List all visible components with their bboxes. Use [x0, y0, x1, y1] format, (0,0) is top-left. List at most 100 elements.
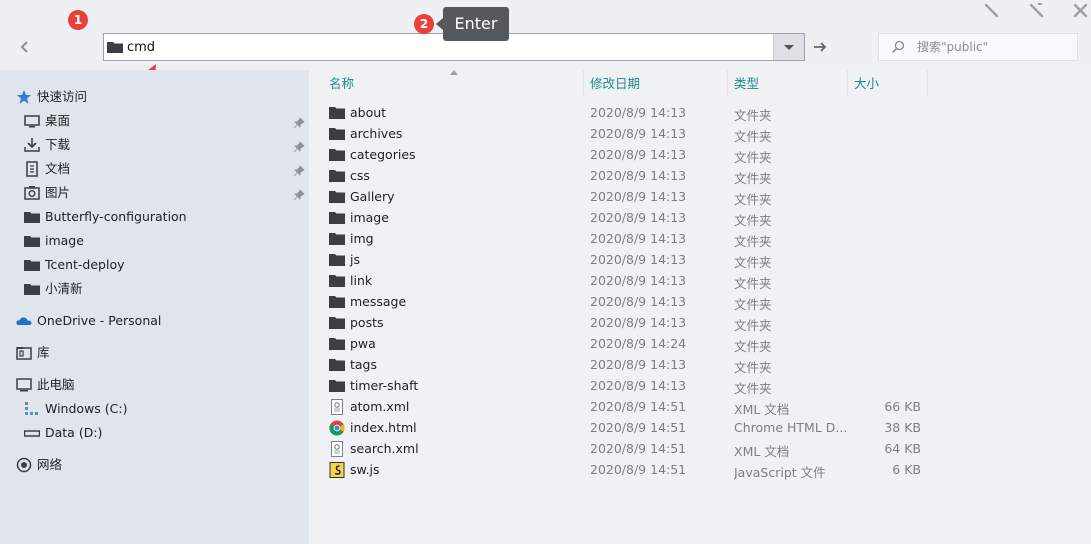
column-header-label: 修改日期 [590, 76, 641, 91]
sidebar-item-label: Butterfly-configuration [45, 209, 187, 224]
folder-icon [24, 236, 40, 247]
file-row[interactable]: archives 2020/8/9 14:13 文件夹 [329, 124, 1089, 145]
drive-icon [24, 430, 40, 437]
sidebar-item-label: 库 [37, 345, 50, 360]
file-type: 文件夹 [734, 150, 772, 165]
file-date: 2020/8/9 14:13 [590, 294, 687, 309]
pin-icon[interactable] [293, 165, 305, 177]
file-name: categories [350, 147, 416, 162]
folder-icon [329, 359, 345, 371]
file-type: 文件夹 [734, 192, 772, 207]
file-type: 文件夹 [734, 108, 772, 123]
pin-icon[interactable] [293, 141, 305, 153]
folder-icon [329, 275, 345, 287]
folder-icon [329, 254, 345, 266]
back-arrow-icon[interactable] [16, 38, 34, 56]
search-input[interactable] [917, 39, 1067, 55]
step-badge-1: 1 [68, 10, 88, 30]
file-name: search.xml [350, 441, 419, 456]
navigation-pane: 快速访问 桌面 下载 文档 图片 Butterfly-configuration… [0, 70, 309, 544]
chevron-down-icon [784, 45, 794, 50]
file-size: 66 KB [884, 399, 921, 414]
folder-icon [329, 107, 345, 119]
file-row[interactable]: img 2020/8/9 14:13 文件夹 [329, 229, 1089, 250]
folder-icon [329, 317, 345, 329]
file-row[interactable]: search.xml 2020/8/9 14:51 XML 文档 64 KB [329, 439, 1089, 460]
address-dropdown-button[interactable] [773, 34, 804, 60]
sidebar-item-label: 下载 [45, 137, 71, 152]
file-date: 2020/8/9 14:13 [590, 252, 687, 267]
sidebar-item-label: Windows (C:) [45, 401, 128, 416]
folder-icon [329, 128, 345, 140]
folder-icon [329, 170, 345, 182]
folder-icon [107, 42, 123, 53]
column-header-name[interactable]: 名称 [329, 70, 584, 97]
computer-icon [16, 378, 32, 392]
file-date: 2020/8/9 14:24 [590, 336, 687, 351]
file-row[interactable]: about 2020/8/9 14:13 文件夹 [329, 103, 1089, 124]
folder-icon [329, 338, 345, 350]
search-box[interactable] [878, 33, 1078, 61]
file-date: 2020/8/9 14:13 [590, 168, 687, 183]
file-row[interactable]: posts 2020/8/9 14:13 文件夹 [329, 313, 1089, 334]
minimize-icon[interactable] [983, 2, 1001, 20]
file-row[interactable]: tags 2020/8/9 14:13 文件夹 [329, 355, 1089, 376]
sidebar-item-label: Tcent-deploy [45, 257, 125, 272]
column-header-date[interactable]: 修改日期 [590, 70, 728, 97]
file-date: 2020/8/9 14:13 [590, 357, 687, 372]
file-row[interactable]: css 2020/8/9 14:13 文件夹 [329, 166, 1089, 187]
file-name: about [350, 105, 387, 120]
column-header-label: 名称 [329, 76, 355, 91]
chrome-html-icon [329, 420, 345, 436]
file-type: 文件夹 [734, 360, 772, 375]
sidebar-item-label: 小清新 [45, 281, 83, 296]
file-row[interactable]: Gallery 2020/8/9 14:13 文件夹 [329, 187, 1089, 208]
file-type: 文件夹 [734, 255, 772, 270]
restore-icon[interactable] [1028, 2, 1046, 20]
file-date: 2020/8/9 14:51 [590, 420, 687, 435]
js-file-icon [329, 462, 345, 478]
file-date: 2020/8/9 14:51 [590, 399, 687, 414]
file-row[interactable]: categories 2020/8/9 14:13 文件夹 [329, 145, 1089, 166]
folder-icon [24, 284, 40, 295]
sidebar-item-label: 桌面 [45, 113, 71, 128]
file-type: 文件夹 [734, 318, 772, 333]
file-name: message [350, 294, 407, 309]
file-type: JavaScript 文件 [734, 465, 826, 480]
file-date: 2020/8/9 14:13 [590, 273, 687, 288]
file-date: 2020/8/9 14:51 [590, 441, 687, 456]
file-row[interactable]: atom.xml 2020/8/9 14:51 XML 文档 66 KB [329, 397, 1089, 418]
file-date: 2020/8/9 14:13 [590, 105, 687, 120]
file-row[interactable]: link 2020/8/9 14:13 文件夹 [329, 271, 1089, 292]
file-name: pwa [350, 336, 376, 351]
desktop-icon [24, 115, 40, 128]
cloud-icon [16, 317, 32, 325]
document-icon [26, 161, 38, 177]
file-size: 38 KB [884, 420, 921, 435]
go-arrow-icon[interactable] [812, 39, 828, 55]
folder-icon [329, 212, 345, 224]
file-size: 6 KB [892, 462, 921, 477]
download-icon [24, 138, 40, 152]
file-row[interactable]: timer-shaft 2020/8/9 14:13 文件夹 [329, 376, 1089, 397]
file-row[interactable]: pwa 2020/8/9 14:24 文件夹 [329, 334, 1089, 355]
sidebar-item-label: 快速访问 [37, 89, 88, 104]
file-row[interactable]: image 2020/8/9 14:13 文件夹 [329, 208, 1089, 229]
file-row[interactable]: sw.js 2020/8/9 14:51 JavaScript 文件 6 KB [329, 460, 1089, 481]
file-row[interactable]: index.html 2020/8/9 14:51 Chrome HTML D...… [329, 418, 1089, 439]
pin-icon[interactable] [293, 189, 305, 201]
file-row[interactable]: message 2020/8/9 14:13 文件夹 [329, 292, 1089, 313]
column-header-type[interactable]: 类型 [734, 70, 848, 97]
close-icon[interactable] [1072, 2, 1090, 20]
file-type: 文件夹 [734, 276, 772, 291]
sidebar-item-label: Data (D:) [45, 425, 103, 440]
file-row[interactable]: js 2020/8/9 14:13 文件夹 [329, 250, 1089, 271]
column-header-label: 大小 [854, 76, 880, 91]
file-date: 2020/8/9 14:13 [590, 147, 687, 162]
column-header-size[interactable]: 大小 [854, 70, 928, 97]
sidebar-item-label: 文档 [45, 161, 71, 176]
file-name: js [350, 252, 360, 267]
pin-icon[interactable] [293, 117, 305, 129]
file-date: 2020/8/9 14:13 [590, 210, 687, 225]
xml-file-icon [331, 399, 343, 415]
